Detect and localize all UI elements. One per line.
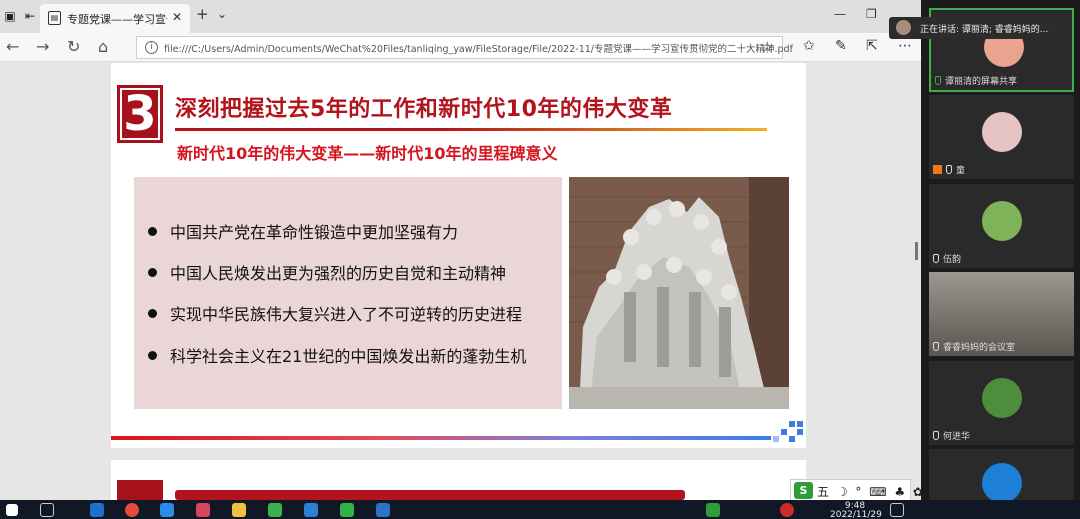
avatar [982,378,1022,418]
list-item: 实现中华民族伟大复兴进入了不可逆转的历史进程 [148,301,558,325]
refresh-icon[interactable]: ↻ [67,37,80,56]
list-item: 科学社会主义在21世纪的中国焕发出新的蓬勃生机 [148,343,558,367]
next-slide-page [111,460,806,500]
participant-tile[interactable]: 何进华 [929,361,1074,445]
new-tab-button[interactable]: + [196,5,209,23]
address-bar: ← → ↻ ⌂ i file:///C:/Users/Admin/Documen… [0,33,921,62]
pdf-icon: ▤ [48,11,61,25]
clock[interactable]: 9:48 2022/11/29 [830,502,882,519]
sogou-icon[interactable]: S [794,482,813,499]
participant-tile[interactable]: 伍韵 [929,184,1074,268]
info-icon[interactable]: i [145,41,158,54]
avatar [982,201,1022,241]
mic-icon [935,76,941,85]
chrome-icon[interactable] [125,503,139,517]
mic-icon [946,165,952,174]
decor-squares [771,421,806,443]
section-number: 3 [123,86,157,142]
set-aside-tabs-icon[interactable]: ⇤ [22,9,38,23]
sogou-tray-icon[interactable] [706,503,720,517]
pdf-viewer[interactable]: 3 深刻把握过去5年的工作和新时代10年的伟大变革 新时代10年的伟大变革——新… [0,62,921,500]
minimize-icon[interactable]: — [834,7,846,21]
back-icon[interactable]: ← [6,37,19,56]
ie-icon[interactable] [304,503,318,517]
pen-icon[interactable]: ✎ [835,38,847,54]
tab-pdf[interactable]: ▤ 专题党课——学习宣传贯彻 ✕ [40,4,190,33]
home-icon[interactable]: ⌂ [98,37,108,56]
app-icon[interactable] [196,503,210,517]
folder-icon[interactable] [232,503,246,517]
list-item: 中国人民焕发出更为强烈的历史自觉和主动精神 [148,260,558,284]
ime-mode[interactable]: 五 ☽ ° ⌨ ♣ ✿ [817,483,921,500]
slide-subtitle: 新时代10年的伟大变革——新时代10年的里程碑意义 [177,144,558,163]
scrollbar[interactable] [915,242,918,260]
taskbar: 9:48 2022/11/29 [0,500,1080,519]
next-slide-title-partial [175,490,685,500]
meeting-app-icon[interactable] [376,503,390,517]
title-underline [175,128,767,131]
slide-page: 3 深刻把握过去5年的工作和新时代10年的伟大变革 新时代10年的伟大变革——新… [111,63,806,448]
ime-toolbar[interactable]: S 五 ☽ ° ⌨ ♣ ✿ [790,479,921,500]
bullet-panel: 中国共产党在革命性锻造中更加坚强有力 中国人民焕发出更为强烈的历史自觉和主动精神… [134,177,562,409]
task-view-icon[interactable] [40,503,54,517]
list-item: 中国共产党在革命性锻造中更加坚强有力 [148,219,558,243]
favorites-icon[interactable]: ✩ [803,38,815,54]
avatar [896,20,911,35]
url-field[interactable]: i file:///C:/Users/Admin/Documents/WeCha… [136,36,793,59]
tab-actions-icon[interactable]: ▣ [2,9,18,23]
restore-icon[interactable]: ❐ [866,7,877,21]
avatar [982,112,1022,152]
section-number-badge: 3 [117,85,163,143]
tray-icon[interactable] [780,503,794,517]
edge-icon[interactable] [90,503,104,517]
bullet-dot [148,309,157,318]
favorite-star-icon[interactable]: ☆ [761,38,774,56]
participant-tile[interactable]: 睿睿妈妈的会议室 [929,272,1074,356]
wechat-icon[interactable] [340,503,354,517]
notification-icon[interactable] [890,503,904,517]
slide-title: 深刻把握过去5年的工作和新时代10年的伟大变革 [175,97,673,122]
close-tab-icon[interactable]: ✕ [172,10,182,24]
next-section-badge [117,480,163,500]
browser-window: ▣ ⇤ ▤ 专题党课——学习宣传贯彻 ✕ + ⌄ — ❐ ← → ↻ ⌂ i f… [0,0,921,500]
tab-title: 专题党课——学习宣传贯彻 [67,13,167,26]
mic-icon [933,342,939,351]
speaking-indicator: 正在讲话: 谭丽清; 睿睿妈妈的... [889,17,1057,39]
tab-list-chevron-icon[interactable]: ⌄ [217,7,227,21]
bullet-dot [148,268,157,277]
mic-icon [933,431,939,440]
user-icon [933,165,942,174]
bullet-dot [148,227,157,236]
meeting-panel: 谭丽清的屏幕共享 童 伍韵 睿睿妈妈的会议室 何进华 [921,0,1080,503]
url-text: file:///C:/Users/Admin/Documents/WeChat%… [164,44,793,55]
bottom-rule [111,436,771,440]
avatar [982,463,1022,503]
windows-start-icon[interactable] [6,504,18,516]
share-icon[interactable]: ⇱ [866,38,878,54]
more-icon[interactable]: ⋯ [898,38,912,54]
bullet-dot [148,351,157,360]
participant-tile[interactable] [929,449,1074,503]
mic-icon [933,254,939,263]
app-icon[interactable] [268,503,282,517]
forward-icon[interactable]: → [36,37,49,56]
participant-tile[interactable]: 童 [929,95,1074,179]
monument-sculpture-image [569,177,789,409]
tab-bar: ▣ ⇤ ▤ 专题党课——学习宣传贯彻 ✕ + ⌄ — ❐ [0,0,921,33]
app-icon[interactable] [160,503,174,517]
